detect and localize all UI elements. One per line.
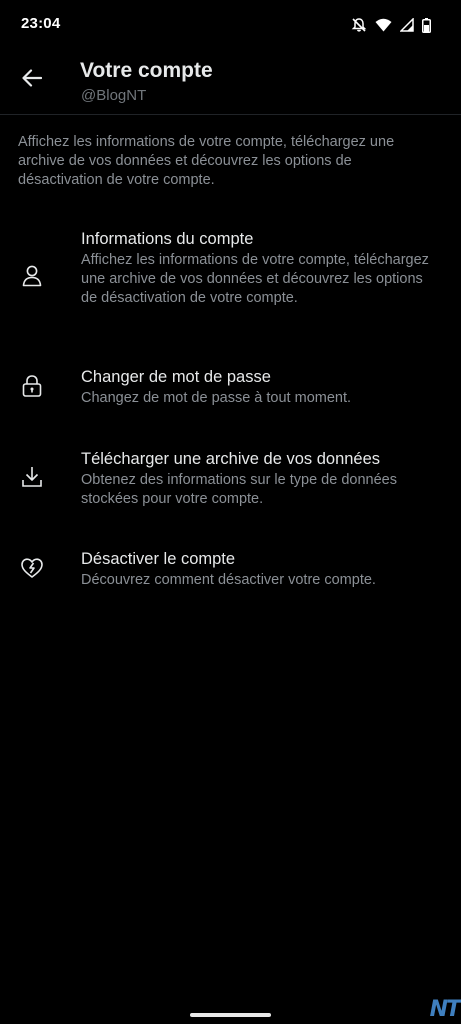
- battery-icon: [422, 17, 431, 33]
- menu-item-change-password[interactable]: Changer de mot de passe Changez de mot d…: [0, 364, 461, 414]
- account-handle: @BlogNT: [81, 87, 147, 104]
- person-icon: [19, 263, 45, 289]
- status-icons: [351, 15, 431, 35]
- status-bar: 23:04: [0, 0, 461, 48]
- menu-item-title: Désactiver le compte: [81, 550, 236, 568]
- arrow-left-icon: [22, 68, 43, 92]
- page-title: Votre compte: [80, 59, 213, 82]
- menu-item-title: Informations du compte: [81, 230, 254, 248]
- menu-item-account-information[interactable]: Informations du compte Affichez les info…: [0, 226, 461, 336]
- menu-item-description: Affichez les informations de votre compt…: [81, 252, 429, 306]
- menu-item-description: Changez de mot de passe à tout moment.: [81, 390, 352, 406]
- top-app-bar: Votre compte @BlogNT: [0, 48, 461, 115]
- page-description: Affichez les informations de votre compt…: [18, 134, 395, 188]
- menu-item-description: Découvrez comment désactiver votre compt…: [81, 572, 376, 588]
- download-icon: [19, 464, 45, 490]
- notifications-off-icon: [351, 17, 367, 33]
- menu-item-download-archive[interactable]: Télécharger une archive de vos données O…: [0, 446, 461, 516]
- home-indicator[interactable]: [190, 1013, 271, 1017]
- menu-item-title: Télécharger une archive de vos données: [81, 450, 381, 468]
- broken-heart-icon: [19, 555, 45, 581]
- signal-icon: [400, 18, 414, 32]
- back-button[interactable]: [14, 62, 50, 98]
- wifi-icon: [375, 18, 392, 32]
- status-time: 23:04: [21, 15, 61, 32]
- menu-item-deactivate-account[interactable]: Désactiver le compte Découvrez comment d…: [0, 546, 461, 596]
- lock-icon: [19, 373, 45, 399]
- watermark-logo: NT: [429, 997, 461, 1022]
- menu-item-title: Changer de mot de passe: [81, 368, 271, 386]
- menu-item-description: Obtenez des informations sur le type de …: [81, 472, 397, 507]
